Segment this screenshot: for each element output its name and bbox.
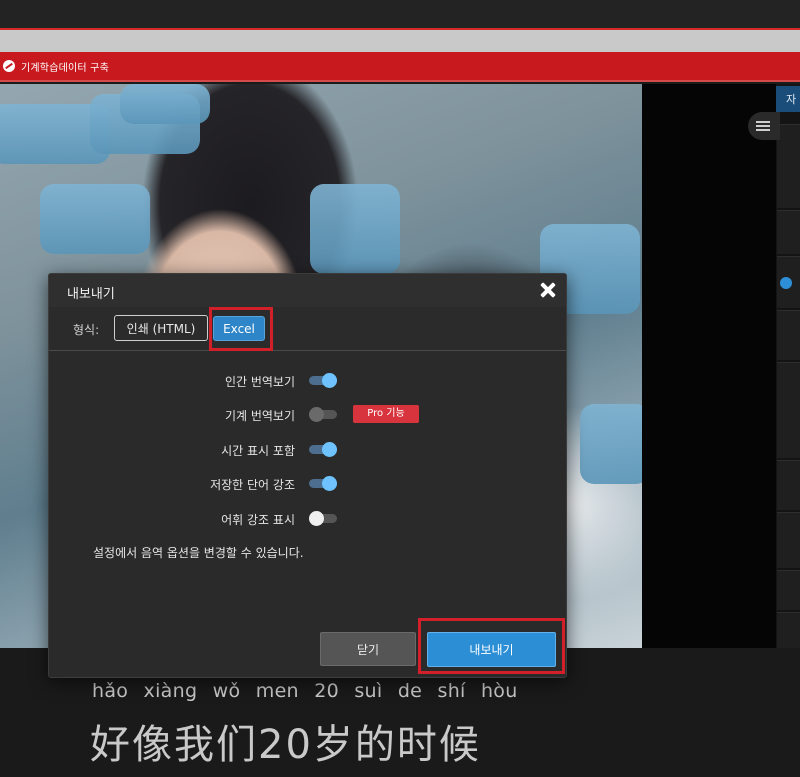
toggle-machine-translation[interactable] bbox=[309, 407, 339, 422]
toggle-saved-words[interactable] bbox=[309, 476, 339, 491]
option-label-saved-words: 저장한 단어 강조 bbox=[210, 478, 295, 492]
transcript-row[interactable] bbox=[777, 460, 800, 510]
toggle-timestamps[interactable] bbox=[309, 442, 339, 457]
address-strip bbox=[0, 28, 800, 52]
toggle-knob bbox=[322, 442, 337, 457]
close-button[interactable]: 닫기 bbox=[320, 632, 416, 666]
screen: 기계학습데이터 구축 자 hǎo xiàng wǒ men 20 suì de … bbox=[0, 0, 800, 777]
close-icon[interactable] bbox=[538, 280, 558, 300]
transcript-tab[interactable]: 자 bbox=[776, 86, 800, 112]
dialog-title: 내보내기 bbox=[67, 287, 115, 302]
format-html-button[interactable]: 인쇄 (HTML) bbox=[114, 315, 208, 341]
transcript-row[interactable] bbox=[777, 612, 800, 648]
toggle-knob bbox=[322, 373, 337, 388]
menu-icon-bar bbox=[756, 129, 770, 131]
transcript-row[interactable] bbox=[777, 310, 800, 360]
subtitle-hanzi[interactable]: 好像我们20岁的时候 bbox=[90, 712, 481, 770]
notice-bar[interactable]: 기계학습데이터 구축 bbox=[0, 52, 800, 82]
transcript-row[interactable] bbox=[777, 512, 800, 568]
globe-icon bbox=[3, 60, 15, 72]
video-seat bbox=[120, 84, 210, 124]
toggle-vocab-highlight[interactable] bbox=[309, 511, 339, 526]
export-button[interactable]: 내보내기 bbox=[427, 632, 556, 667]
option-label-machine-translation: 기계 번역보기 bbox=[224, 409, 295, 423]
subtitle-pinyin[interactable]: hǎo xiàng wǒ men 20 suì de shí hòu bbox=[92, 680, 518, 702]
current-line-icon bbox=[780, 277, 792, 289]
video-seat bbox=[310, 184, 400, 274]
menu-button[interactable] bbox=[748, 112, 780, 140]
transcript-row[interactable] bbox=[777, 210, 800, 254]
transcript-row[interactable] bbox=[777, 570, 800, 610]
top-bar bbox=[0, 0, 800, 28]
format-row: 형식: 인쇄 (HTML) Excel bbox=[49, 307, 566, 351]
video-seat bbox=[580, 404, 642, 484]
format-label: 형식: bbox=[73, 323, 100, 337]
menu-icon-bar bbox=[756, 125, 770, 127]
pro-feature-badge: Pro 기능 bbox=[353, 405, 419, 423]
transcript-row[interactable] bbox=[777, 124, 800, 208]
side-gap bbox=[642, 84, 776, 648]
format-excel-button[interactable]: Excel bbox=[213, 316, 265, 341]
toggle-human-translation[interactable] bbox=[309, 373, 339, 388]
option-label-timestamps: 시간 표시 포함 bbox=[221, 444, 295, 458]
option-label-human-translation: 인간 번역보기 bbox=[224, 375, 295, 389]
toggle-knob bbox=[322, 476, 337, 491]
transcript-row[interactable] bbox=[777, 362, 800, 458]
toggle-knob bbox=[309, 407, 324, 422]
video-seat bbox=[40, 184, 150, 254]
settings-note: 설정에서 음역 옵션을 변경할 수 있습니다. bbox=[93, 546, 304, 560]
dialog-header: 내보내기 bbox=[49, 274, 566, 307]
toggle-knob bbox=[309, 511, 324, 526]
menu-icon-bar bbox=[756, 121, 770, 123]
notice-text: 기계학습데이터 구축 bbox=[21, 62, 109, 74]
option-label-vocab-highlight: 어휘 강조 표시 bbox=[221, 513, 295, 527]
export-dialog: 내보내기 형식: 인쇄 (HTML) Excel 인간 번역보기 기계 번역보기… bbox=[48, 273, 567, 678]
